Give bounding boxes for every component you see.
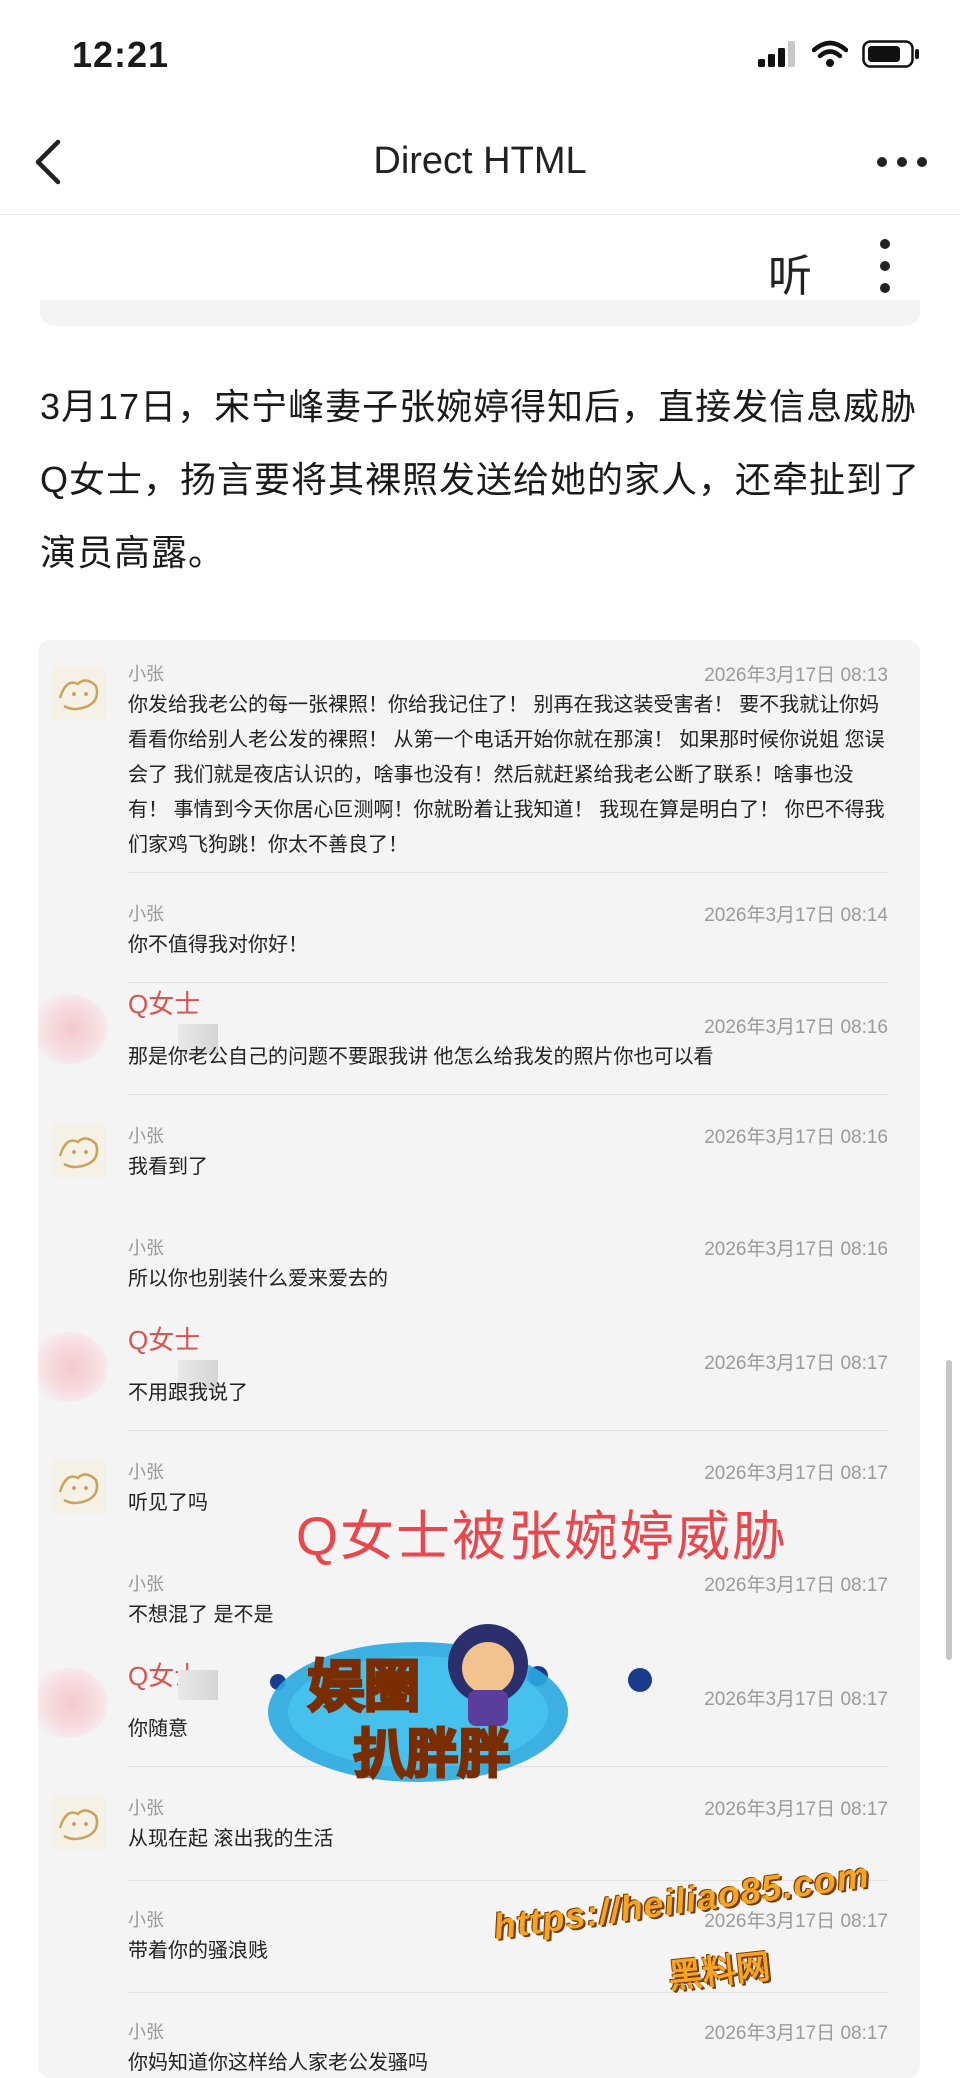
more-options-icon[interactable] <box>872 134 932 190</box>
kebab-menu-icon[interactable] <box>870 236 900 296</box>
message-time: 2026年3月17日 08:17 <box>704 1799 888 1820</box>
message-time: 2026年3月17日 08:16 <box>704 1017 888 1038</box>
blurred-avatar <box>38 1332 108 1402</box>
chat-message: Q女士 2026年3月17日 08:16 那是你老公自己的问题不要跟我讲 他怎么… <box>38 984 920 1084</box>
wifi-icon <box>812 40 848 67</box>
article-paragraph: 3月17日，宋宁峰妻子张婉婷得知后，直接发信息威胁Q女士，扬言要将其裸照发送给她… <box>40 386 921 573</box>
status-bar: 12:21 <box>0 0 960 110</box>
logo-text-top: 娱圈 <box>308 1655 420 1720</box>
status-icons <box>758 40 920 68</box>
nav-title: Direct HTML <box>373 140 587 182</box>
message-text: 你发给我老公的每一张裸照！你给我记住了！ 别再在我这装受害者！ 要不我就让你妈看… <box>128 694 885 856</box>
message-sender: 小张 <box>128 1910 164 1930</box>
scrollbar[interactable] <box>946 1360 952 1660</box>
avatar <box>52 666 106 720</box>
message-time: 2026年3月17日 08:17 <box>704 1353 888 1374</box>
message-time: 2026年3月17日 08:17 <box>704 1463 888 1484</box>
chat-message: 小张 2026年3月17日 08:14 你不值得我对你好！ <box>38 896 920 976</box>
message-text: 那是你老公自己的问题不要跟我讲 他怎么给我发的照片你也可以看 <box>128 1046 714 1068</box>
message-time: 2026年3月17日 08:17 <box>704 2023 888 2044</box>
message-sender: 小张 <box>128 664 164 684</box>
blurred-avatar <box>38 994 108 1064</box>
chat-message: Q女士 2026年3月17日 08:17 不用跟我说了 <box>38 1320 920 1420</box>
overlay-caption: Q女士被张婉婷威胁 <box>296 1507 789 1567</box>
message-sender: 小张 <box>128 1238 164 1258</box>
chat-message: 小张 2026年3月17日 08:13 你发给我老公的每一张裸照！你给我记住了！… <box>38 656 920 856</box>
cat-doodle-avatar-icon <box>58 1137 99 1169</box>
message-text: 从现在起 滚出我的生活 <box>128 1828 334 1850</box>
message-sender: 小张 <box>128 2022 164 2042</box>
chat-message: 小张 2026年3月17日 08:17 你妈知道你这样给人家老公发骚吗 <box>38 2014 920 2078</box>
message-sender: 小张 <box>128 904 164 924</box>
avatar <box>52 1124 106 1178</box>
cellular-signal-icon <box>758 41 795 67</box>
message-time: 2026年3月17日 08:16 <box>704 1127 888 1148</box>
message-text: 不用跟我说了 <box>128 1382 248 1404</box>
message-text: 所以你也别装什么爱来爱去的 <box>128 1268 388 1290</box>
chat-message: 小张 2026年3月17日 08:17 从现在起 滚出我的生活 <box>38 1790 920 1870</box>
avatar <box>52 1460 106 1514</box>
message-time: 2026年3月17日 08:13 <box>704 665 888 686</box>
cat-doodle-avatar-icon <box>58 1809 99 1841</box>
chat-screenshot: 小张 2026年3月17日 08:13 你发给我老公的每一张裸照！你给我记住了！… <box>38 640 920 2078</box>
message-sender: 小张 <box>128 1126 164 1146</box>
message-text: 你不值得我对你好！ <box>128 934 308 956</box>
message-sender: 小张 <box>128 1574 164 1594</box>
message-sender: 小张 <box>128 1462 164 1482</box>
message-time: 2026年3月17日 08:17 <box>704 1575 888 1596</box>
blurred-avatar <box>38 1668 108 1738</box>
nav-bar: Direct HTML <box>0 110 960 215</box>
cat-doodle-avatar-icon <box>58 1473 99 1505</box>
avatar <box>52 1796 106 1850</box>
message-time: 2026年3月17日 08:16 <box>704 1239 888 1260</box>
logo-text-bottom: 扒胖胖 <box>354 1725 510 1785</box>
message-text: 你妈知道你这样给人家老公发骚吗 <box>128 2052 428 2074</box>
redaction-blur <box>178 1670 218 1700</box>
message-divider <box>128 1430 888 1431</box>
message-time: 2026年3月17日 08:17 <box>704 1689 888 1710</box>
message-sender: Q女士 <box>128 989 201 1019</box>
listen-button[interactable]: 听 <box>768 240 812 304</box>
cat-doodle-avatar-icon <box>58 679 99 711</box>
message-sender: 小张 <box>128 1798 164 1818</box>
previous-card-edge <box>40 300 920 326</box>
message-time: 2026年3月17日 08:14 <box>704 905 888 926</box>
chat-message: 小张 2026年3月17日 08:17 带着你的骚浪贱 <box>38 1902 920 1982</box>
message-sender: Q女士 <box>128 1325 201 1355</box>
message-divider <box>128 1094 888 1095</box>
channel-logo: 娱圈 扒胖胖 <box>268 1624 652 1787</box>
message-divider <box>128 1992 888 1993</box>
message-text: 我看到了 <box>128 1156 208 1178</box>
chat-message: 小张 2026年3月17日 08:16 我看到了 <box>38 1118 920 1198</box>
status-time: 12:21 <box>72 34 170 75</box>
battery-icon <box>862 40 919 68</box>
message-divider <box>128 872 888 873</box>
message-divider <box>128 982 888 983</box>
chat-message: 小张 2026年3月17日 08:16 所以你也别装什么爱来爱去的 <box>38 1230 920 1310</box>
